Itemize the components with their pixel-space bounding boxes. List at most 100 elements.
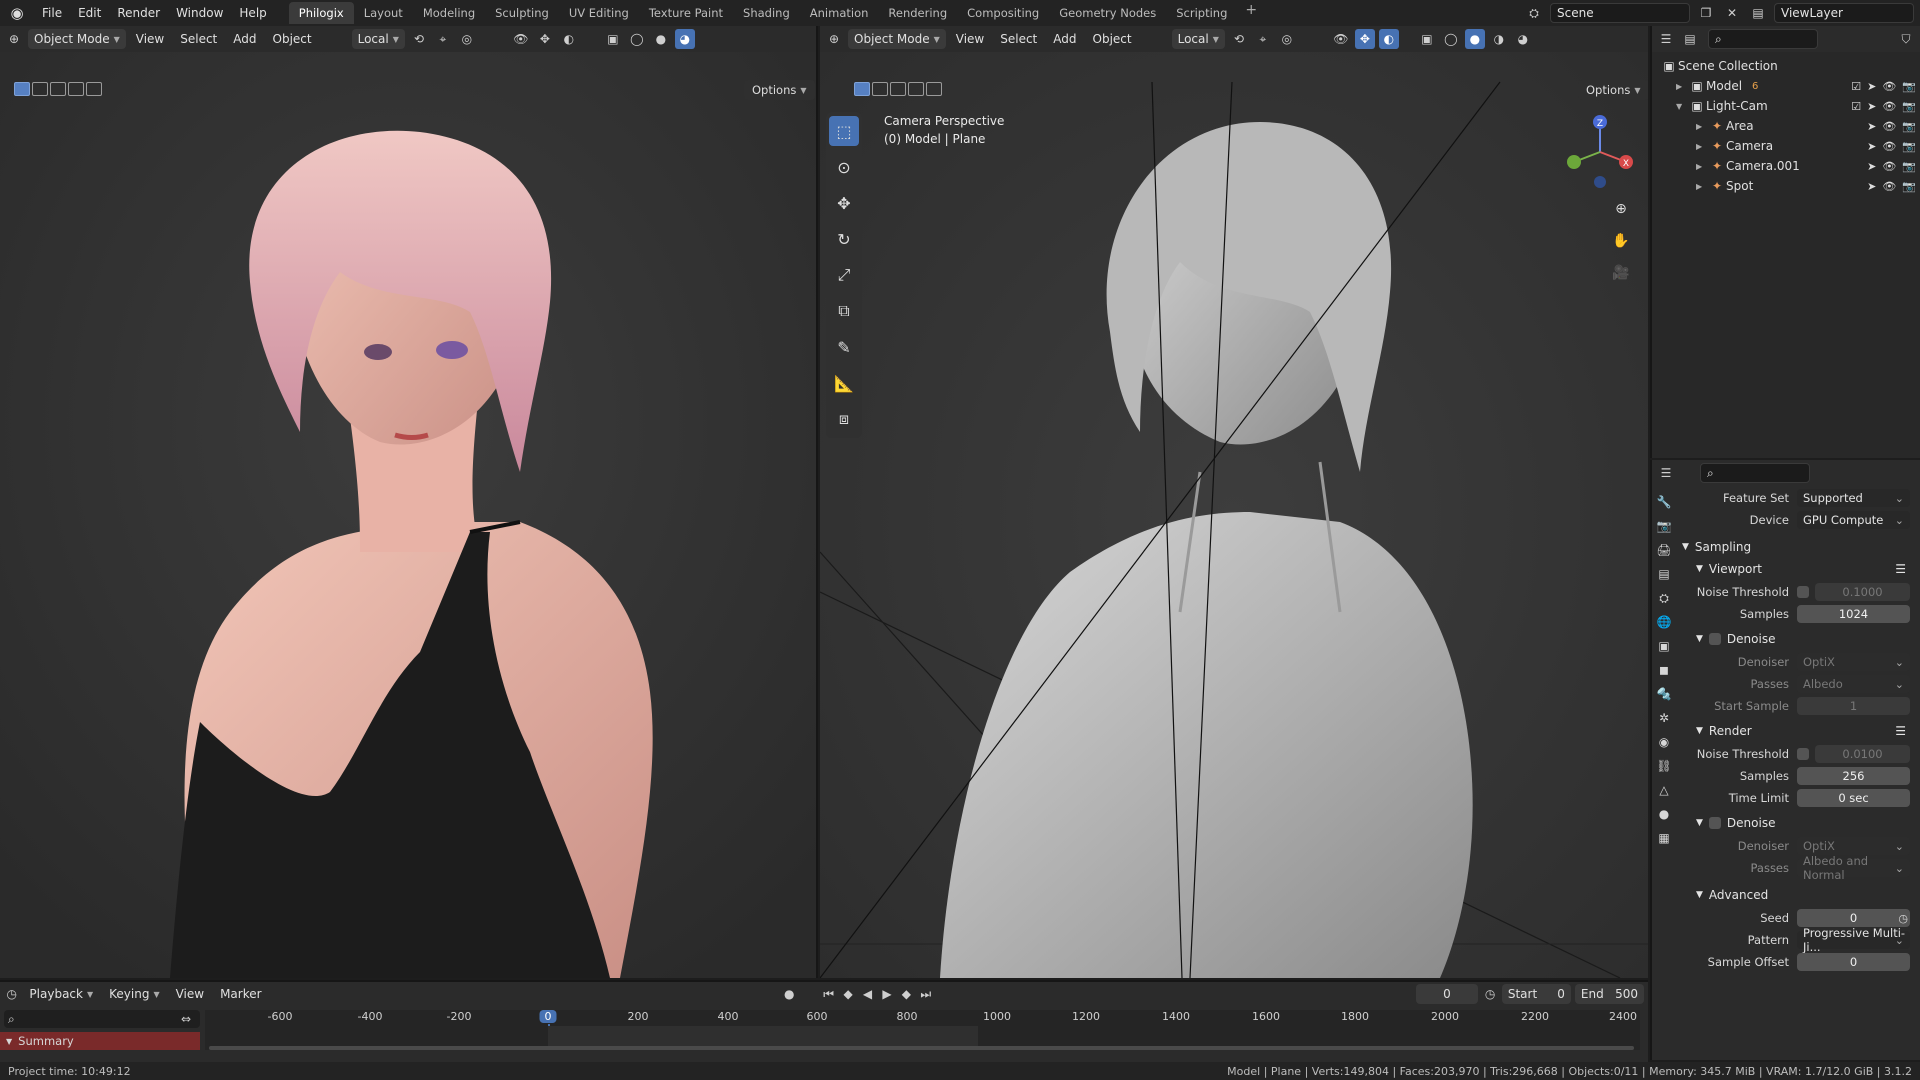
end-frame-field[interactable]: End 500	[1574, 984, 1644, 1004]
menu-edit[interactable]: Edit	[70, 0, 109, 26]
rendered-shading-icon[interactable]: ◕	[674, 29, 695, 49]
left-menu-view[interactable]: View	[130, 29, 170, 49]
select-arrow-icon[interactable]: ➤	[1867, 120, 1876, 133]
left-options-button[interactable]: Options ▼	[744, 80, 815, 100]
right-menu-view[interactable]: View	[950, 29, 990, 49]
select-new-icon[interactable]	[854, 82, 870, 96]
select-arrow-icon[interactable]: ➤	[1867, 160, 1876, 173]
eye-icon[interactable]: 👁	[1882, 160, 1896, 173]
menu-help[interactable]: Help	[231, 0, 274, 26]
rotate-tool-icon[interactable]: ↻	[829, 224, 859, 254]
device-dropdown[interactable]: GPU Compute	[1797, 511, 1910, 529]
left-menu-object[interactable]: Object	[267, 29, 318, 49]
view-layer-field[interactable]: ViewLayer	[1774, 3, 1914, 23]
start-sample-field[interactable]: 1	[1797, 697, 1910, 715]
clock-icon[interactable]: ◷	[1898, 912, 1908, 925]
menu-render[interactable]: Render	[109, 0, 168, 26]
xray-icon[interactable]: ▣	[1417, 29, 1437, 49]
pivot-icon[interactable]: ⟲	[409, 29, 429, 49]
transform-tool-icon[interactable]: ⧉	[829, 296, 859, 326]
collapse-icon[interactable]: ▼	[1676, 102, 1688, 111]
viewport-noise-field[interactable]: 0.1000	[1815, 583, 1910, 601]
move-tool-icon[interactable]: ✥	[829, 188, 859, 218]
editor-type-icon[interactable]: ⊕	[824, 29, 844, 49]
properties-editor-icon[interactable]: ☰	[1656, 463, 1676, 483]
select-intersect-icon[interactable]	[926, 82, 942, 96]
visibility-icon[interactable]: 👁	[511, 29, 531, 49]
scene-close-icon[interactable]: ✕	[1722, 3, 1742, 23]
select-arrow-icon[interactable]: ➤	[1867, 180, 1876, 193]
playback-menu[interactable]: Playback ▼	[23, 984, 99, 1004]
viewport-samples-field[interactable]: 1024	[1797, 605, 1910, 623]
left-transform-orientation[interactable]: Local ▼	[351, 29, 405, 49]
menu-file[interactable]: File	[34, 0, 70, 26]
tool-tab-icon[interactable]: 🔧	[1656, 494, 1672, 510]
start-frame-field[interactable]: Start 0	[1501, 984, 1571, 1004]
add-workspace-button[interactable]: +	[1237, 2, 1265, 24]
particles-tab-icon[interactable]: ✲	[1656, 710, 1672, 726]
eye-icon[interactable]: 👁	[1882, 100, 1896, 113]
record-icon[interactable]: ●	[782, 984, 797, 1004]
camera-icon[interactable]: 📷	[1902, 180, 1916, 193]
render-samples-field[interactable]: 256	[1797, 767, 1910, 785]
snap-icon[interactable]: ⌖	[433, 29, 453, 49]
camera-icon[interactable]: 📷	[1902, 140, 1916, 153]
outliner-search-input[interactable]: ⌕	[1708, 29, 1818, 49]
select-subtract-icon[interactable]	[50, 82, 66, 96]
tab-rendering[interactable]: Rendering	[878, 2, 957, 24]
outliner-item-spot[interactable]: ▶ ✦ Spot ➤ 👁 📷	[1660, 176, 1920, 196]
constraints-tab-icon[interactable]: ⛓	[1656, 758, 1672, 774]
left-viewport-canvas[interactable]: Options ▼	[0, 52, 816, 978]
object-tab-icon[interactable]: ◼	[1656, 662, 1672, 678]
render-tab-icon[interactable]: 📷	[1656, 518, 1672, 534]
scene-copy-icon[interactable]: ❐	[1696, 3, 1716, 23]
noise-threshold-checkbox[interactable]	[1797, 586, 1809, 598]
viewport-denoiser-dropdown[interactable]: OptiX	[1797, 653, 1910, 671]
gizmo-icon[interactable]: ✥	[1354, 29, 1375, 49]
annotate-tool-icon[interactable]: ✎	[829, 332, 859, 362]
scene-icon[interactable]: ⛭	[1524, 3, 1544, 23]
time-limit-field[interactable]: 0 sec	[1797, 789, 1910, 807]
list-icon[interactable]: ☰	[1895, 562, 1906, 576]
left-mode-dropdown[interactable]: Object Mode ▼	[28, 29, 126, 49]
wireframe-shading-icon[interactable]: ◯	[627, 29, 647, 49]
timeline-editor-icon[interactable]: ◷	[4, 984, 19, 1004]
outliner-item-area[interactable]: ▶ ✦ Area ➤ 👁 📷	[1660, 116, 1920, 136]
render-passes-dropdown[interactable]: Albedo and Normal	[1797, 854, 1910, 882]
menu-window[interactable]: Window	[168, 0, 231, 26]
tab-texture-paint[interactable]: Texture Paint	[639, 2, 733, 24]
overlay-icon[interactable]: ◐	[559, 29, 579, 49]
measure-tool-icon[interactable]: 📐	[829, 368, 859, 398]
keying-menu[interactable]: Keying ▼	[103, 984, 165, 1004]
tab-modeling[interactable]: Modeling	[413, 2, 485, 24]
right-transform-orientation[interactable]: Local ▼	[1171, 29, 1225, 49]
right-mode-dropdown[interactable]: Object Mode ▼	[848, 29, 946, 49]
timeline-track[interactable]: -600 -400 -200 0 200 400 600 800 1000 12…	[205, 1010, 1640, 1050]
editor-type-icon[interactable]: ⊕	[4, 29, 24, 49]
jump-end-icon[interactable]: ⏭	[918, 984, 933, 1004]
expand-icon[interactable]: ▶	[1696, 122, 1708, 131]
data-tab-icon[interactable]: △	[1656, 782, 1672, 798]
wireframe-shading-icon[interactable]: ◯	[1441, 29, 1461, 49]
pivot-icon[interactable]: ⟲	[1229, 29, 1249, 49]
select-extend-icon[interactable]	[872, 82, 888, 96]
overlay-icon[interactable]: ◐	[1378, 29, 1399, 49]
select-arrow-icon[interactable]: ➤	[1867, 100, 1876, 113]
camera-icon[interactable]: 📷	[1902, 120, 1916, 133]
swap-icon[interactable]: ⇔	[176, 1009, 196, 1029]
tab-layout[interactable]: Layout	[354, 2, 413, 24]
properties-search-input[interactable]: ⌕	[1700, 463, 1810, 483]
tab-uv-editing[interactable]: UV Editing	[559, 2, 639, 24]
viewport-passes-dropdown[interactable]: Albedo	[1797, 675, 1910, 693]
render-subsection-header[interactable]: ▼ Render ☰	[1682, 720, 1920, 742]
zoom-icon[interactable]: ⊕	[1608, 196, 1634, 222]
checkbox-icon[interactable]: ☑	[1851, 80, 1861, 93]
proportional-icon[interactable]: ◎	[457, 29, 477, 49]
visibility-icon[interactable]: 👁	[1331, 29, 1351, 49]
stopwatch-icon[interactable]: ◷	[1482, 984, 1497, 1004]
solid-shading-icon[interactable]: ●	[651, 29, 671, 49]
pan-hand-icon[interactable]: ✋	[1608, 228, 1634, 254]
add-cube-tool-icon[interactable]: ⧈	[829, 404, 859, 434]
timeline-view-menu[interactable]: View	[170, 984, 210, 1004]
tab-shading[interactable]: Shading	[733, 2, 800, 24]
